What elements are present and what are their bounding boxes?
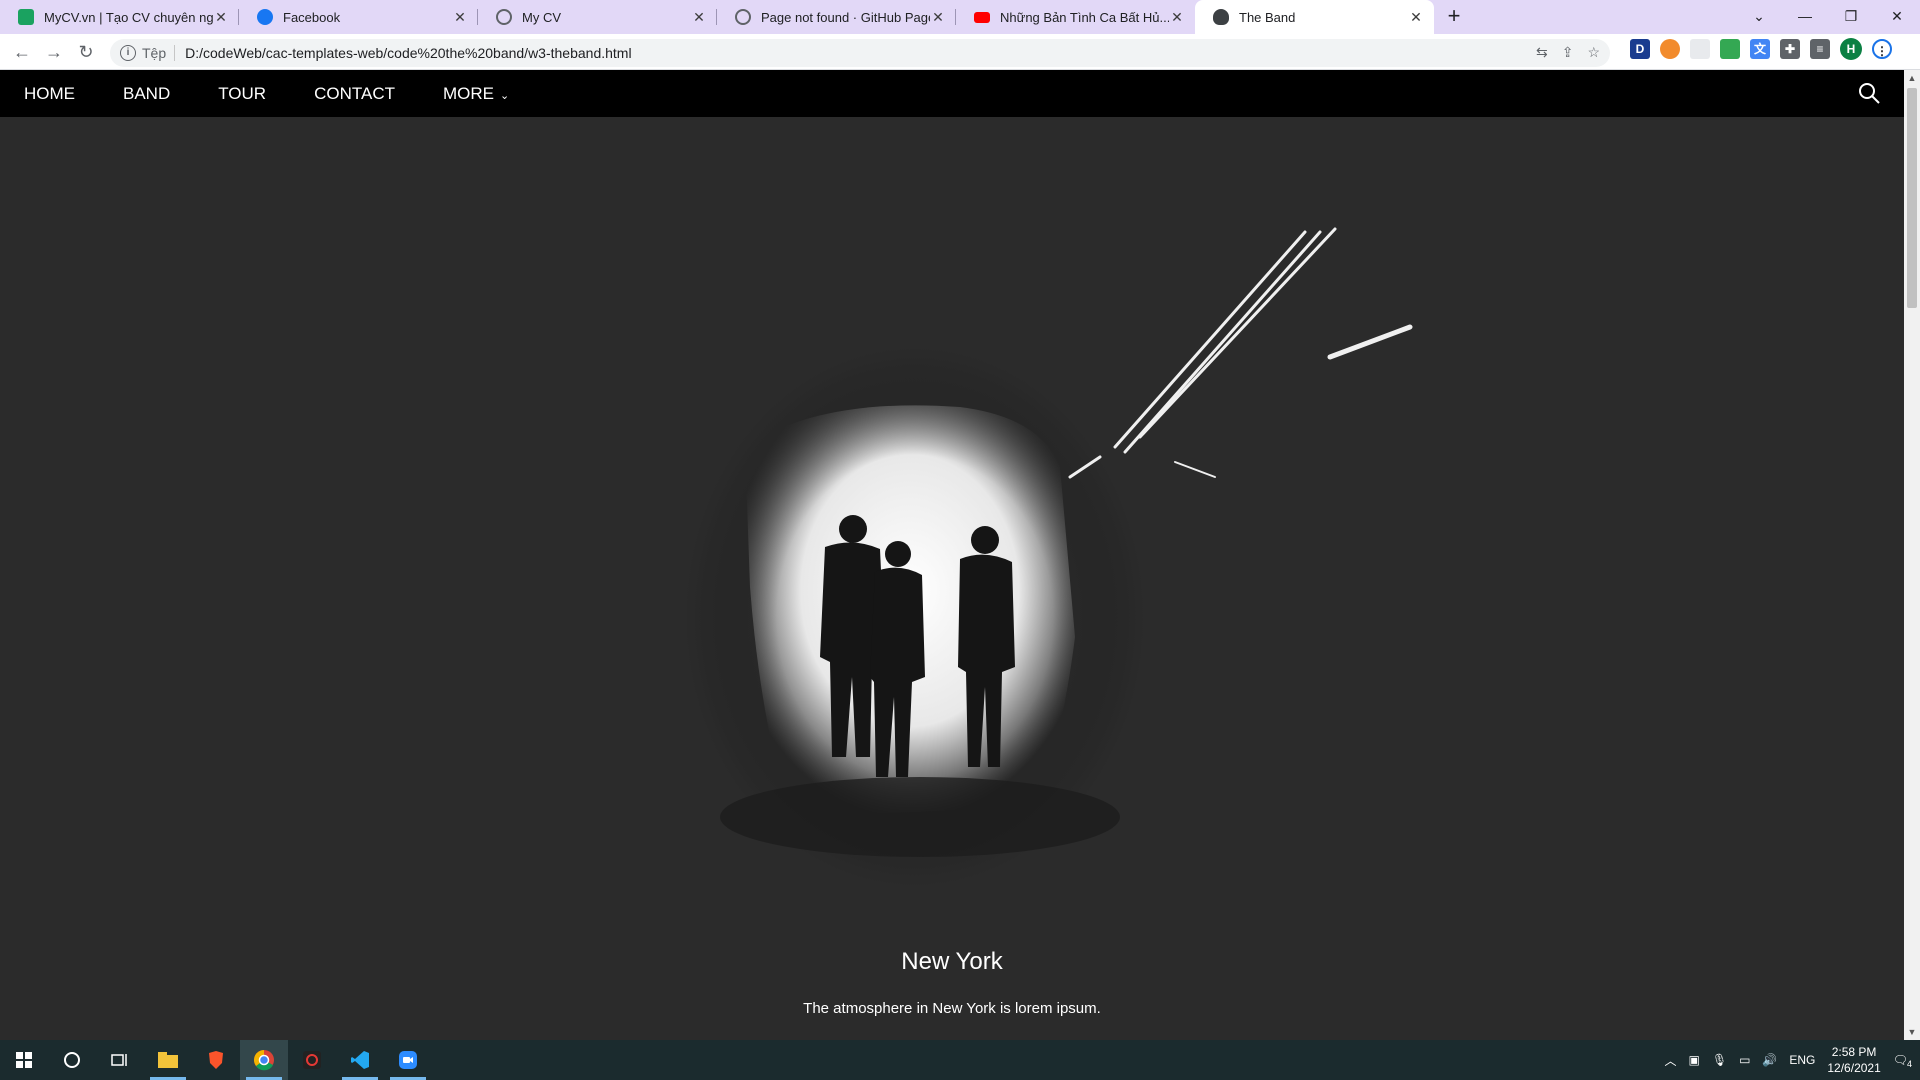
close-icon[interactable]: ✕ — [1169, 9, 1185, 25]
tab-title: Những Bản Tình Ca Bất Hủ... / 90 — [1000, 9, 1169, 25]
profile-avatar[interactable]: H — [1840, 38, 1862, 60]
task-view-icon[interactable] — [96, 1040, 144, 1080]
share-icon[interactable]: ⇪ — [1562, 44, 1574, 61]
browser-tab[interactable]: Những Bản Tình Ca Bất Hủ... / 90 ✕ — [956, 0, 1195, 34]
close-window-button[interactable]: ✕ — [1874, 0, 1920, 34]
bookmark-star-icon[interactable]: ☆ — [1587, 44, 1600, 61]
tab-strip: MyCV.vn | Tạo CV chuyên nghiệp ✕ Faceboo… — [0, 0, 1920, 34]
chevron-up-icon[interactable]: ︿ — [1664, 1052, 1676, 1069]
browser-tab[interactable]: My CV ✕ — [478, 0, 717, 34]
translate-icon[interactable]: ⇆ — [1536, 44, 1548, 61]
nav-band[interactable]: BAND — [99, 70, 194, 117]
globe-icon — [496, 9, 512, 25]
extension-orange-icon[interactable] — [1660, 39, 1680, 59]
back-button[interactable]: ← — [6, 36, 38, 68]
language-indicator[interactable]: ENG — [1789, 1053, 1815, 1067]
volume-icon[interactable]: 🔊 — [1762, 1053, 1777, 1067]
vscode-icon[interactable] — [336, 1040, 384, 1080]
extensions-area: D 文 ✚ ≡ H ⋮ — [1630, 38, 1892, 60]
brave-browser-icon[interactable] — [192, 1040, 240, 1080]
notification-count: 4 — [1906, 1059, 1912, 1069]
menu-dots-icon[interactable]: ⋮ — [1872, 39, 1892, 59]
scroll-down-arrow-icon[interactable]: ▼ — [1904, 1024, 1920, 1040]
close-icon[interactable]: ✕ — [930, 9, 946, 25]
network-icon[interactable]: ▭ — [1739, 1053, 1750, 1067]
close-icon[interactable]: ✕ — [452, 9, 468, 25]
youtube-icon — [974, 11, 990, 23]
extension-translate-icon[interactable]: 文 — [1750, 39, 1770, 59]
forward-button[interactable]: → — [38, 36, 70, 68]
extension-d-icon[interactable]: D — [1630, 39, 1650, 59]
reload-button[interactable]: ↻ — [70, 36, 102, 68]
clock-date: 12/6/2021 — [1827, 1061, 1881, 1075]
close-icon[interactable]: ✕ — [1408, 9, 1424, 25]
extension-blank-icon[interactable] — [1690, 39, 1710, 59]
minimize-button[interactable]: — — [1782, 0, 1828, 34]
windows-taskbar: ︿ ▣ 🎙 ▭ 🔊 ENG 2:58 PM 12/6/2021 🗨 4 — [0, 1040, 1920, 1080]
new-tab-button[interactable]: + — [1440, 3, 1468, 31]
tab-title: The Band — [1239, 9, 1296, 25]
tab-title: My CV — [522, 9, 561, 25]
tab-title: Facebook — [283, 9, 341, 25]
nav-tour[interactable]: TOUR — [194, 70, 290, 117]
close-icon[interactable]: ✕ — [691, 9, 707, 25]
web-page: HOME BAND TOUR CONTACT MORE ⌄ New York T… — [0, 70, 1904, 1040]
chrome-icon[interactable] — [240, 1040, 288, 1080]
scheme-label: Tệp — [142, 45, 176, 61]
restore-button[interactable]: ❐ — [1828, 0, 1874, 34]
file-explorer-icon[interactable] — [144, 1040, 192, 1080]
address-bar[interactable]: i Tệp D:/codeWeb/cac-templates-web/code%… — [110, 39, 1610, 67]
nav-more[interactable]: MORE ⌄ — [419, 70, 533, 117]
scrollbar-thumb[interactable] — [1907, 88, 1917, 308]
search-circle-icon[interactable] — [48, 1040, 96, 1080]
tab-title: MyCV.vn | Tạo CV chuyên nghiệp — [44, 9, 213, 25]
browser-tab[interactable]: Facebook ✕ — [239, 0, 478, 34]
nav-more-label: MORE — [443, 84, 494, 103]
facebook-icon — [257, 9, 273, 25]
browser-tab[interactable]: Page not found · GitHub Pages ✕ — [717, 0, 956, 34]
zoom-icon[interactable] — [384, 1040, 432, 1080]
extension-pen-icon[interactable] — [1720, 39, 1740, 59]
garena-icon[interactable] — [288, 1040, 336, 1080]
close-icon[interactable]: ✕ — [213, 9, 229, 25]
info-icon[interactable]: i — [120, 45, 136, 61]
band-icon — [1213, 9, 1229, 25]
slide-title: New York — [901, 948, 1003, 975]
windows-start-icon[interactable] — [0, 1040, 48, 1080]
chevron-down-icon: ⌄ — [500, 90, 510, 102]
slide-caption: The atmosphere in New York is lorem ipsu… — [803, 1000, 1101, 1017]
browser-tab[interactable]: MyCV.vn | Tạo CV chuyên nghiệp ✕ — [0, 0, 239, 34]
browser-tab-active[interactable]: The Band ✕ — [1195, 0, 1434, 34]
search-icon[interactable] — [1858, 82, 1880, 104]
clock-time: 2:58 PM — [1831, 1045, 1877, 1059]
extensions-puzzle-icon[interactable]: ✚ — [1780, 39, 1800, 59]
system-tray: ︿ ▣ 🎙 ▭ 🔊 ENG 2:58 PM 12/6/2021 🗨 4 — [1664, 1040, 1920, 1080]
slide-image — [685, 227, 1413, 887]
notification-icon[interactable]: 🗨 4 — [1893, 1053, 1912, 1069]
microphone-icon[interactable]: 🎙 — [1712, 1053, 1727, 1067]
window-controls: ⌄ — ❐ ✕ — [1736, 0, 1920, 34]
meet-now-icon[interactable]: ▣ — [1688, 1053, 1699, 1067]
nav-home[interactable]: HOME — [0, 70, 99, 117]
tab-title: Page not found · GitHub Pages — [761, 9, 930, 25]
url-text[interactable]: D:/codeWeb/cac-templates-web/code%20the%… — [185, 45, 631, 61]
site-navbar: HOME BAND TOUR CONTACT MORE ⌄ — [0, 70, 1904, 117]
scroll-up-arrow-icon[interactable]: ▲ — [1904, 70, 1920, 86]
nav-contact[interactable]: CONTACT — [290, 70, 419, 117]
mycv-icon — [18, 9, 34, 25]
browser-toolbar: ← → ↻ i Tệp D:/codeWeb/cac-templates-web… — [0, 34, 1920, 70]
tab-search-icon[interactable]: ⌄ — [1736, 0, 1782, 34]
page-scrollbar[interactable]: ▲ ▼ — [1904, 70, 1920, 1040]
clock[interactable]: 2:58 PM 12/6/2021 — [1827, 1044, 1880, 1076]
globe-icon — [735, 9, 751, 25]
reading-list-icon[interactable]: ≡ — [1810, 39, 1830, 59]
